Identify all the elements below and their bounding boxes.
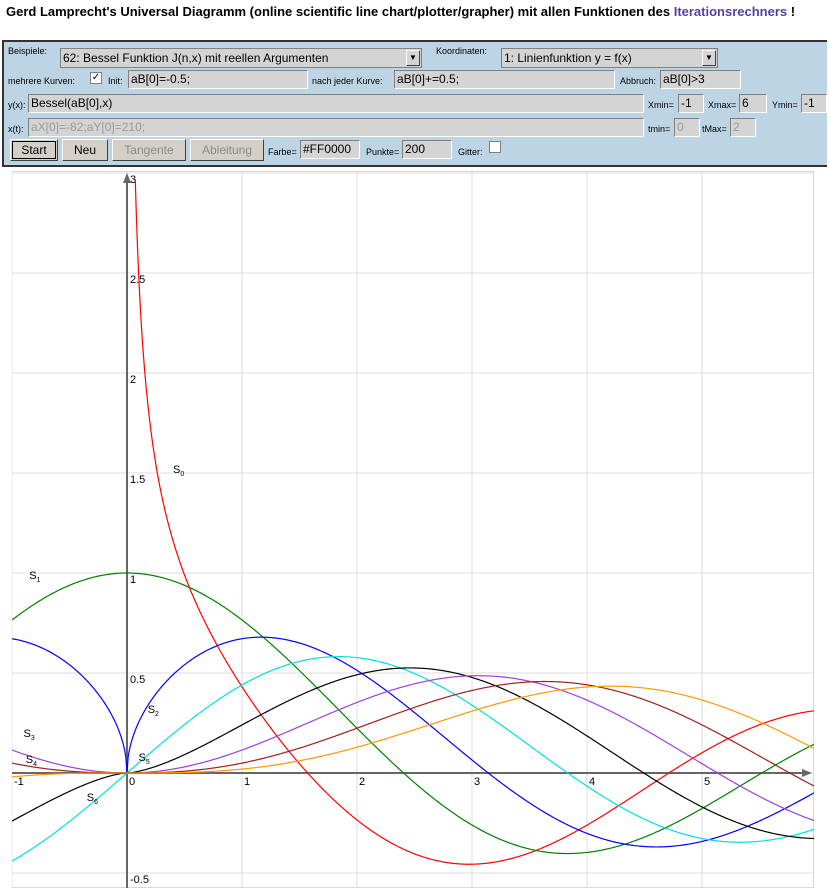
x-tick-label: 1 (244, 776, 250, 788)
tangente-button[interactable]: Tangente (112, 139, 186, 161)
beispiele-label: Beispiele: (8, 46, 48, 56)
control-panel: Beispiele: 62: Bessel Funktion J(n,x) mi… (2, 40, 827, 167)
y-tick-label: 1.5 (130, 474, 145, 486)
gitter-label: Gitter: (458, 147, 483, 157)
neu-button[interactable]: Neu (62, 139, 108, 161)
gitter-checkbox[interactable] (489, 141, 501, 153)
x-tick-label: 2 (359, 776, 365, 788)
start-button[interactable]: Start (10, 139, 58, 161)
farbe-input[interactable]: #FF0000 (300, 140, 360, 159)
beispiele-select[interactable]: 62: Bessel Funktion J(n,x) mit reellen A… (60, 48, 422, 68)
y-tick-label: -0.5 (130, 874, 149, 886)
farbe-label: Farbe= (268, 147, 297, 157)
tmin-label: tmin= (648, 124, 671, 134)
y-tick-label: 2 (130, 374, 136, 386)
chevron-down-icon[interactable]: ▼ (702, 50, 716, 66)
curve-label-subscript: 4 (33, 761, 37, 768)
xt-input[interactable]: aX[0]=-82;aY[0]=210; (28, 118, 644, 137)
ymin-label: Ymin= (772, 100, 798, 110)
koordinaten-value: 1: Linienfunktion y = f(x) (504, 51, 632, 65)
curve-label-subscript: 5 (146, 759, 150, 766)
y-tick-label: 2.5 (130, 274, 145, 286)
punkte-input[interactable]: 200 (402, 140, 452, 159)
tmax-label: tMax= (702, 124, 727, 134)
abbruch-input[interactable]: aB[0]>3 (660, 70, 741, 89)
x-tick-label: 5 (704, 776, 710, 788)
tmin-input[interactable]: 0 (674, 118, 700, 137)
xmin-input[interactable]: -1 (678, 94, 704, 113)
punkte-label: Punkte= (366, 147, 400, 157)
init-label: Init: (108, 76, 123, 86)
mehrere-kurven-label: mehrere Kurven: (8, 76, 76, 86)
koordinaten-label: Koordinaten: (436, 46, 488, 56)
ableitung-button[interactable]: Ableitung (190, 139, 264, 161)
page-title: Gerd Lamprecht's Universal Diagramm (onl… (6, 4, 795, 19)
xmax-label: Xmax= (708, 100, 737, 110)
iterationsrechner-link[interactable]: Iterationsrechners (674, 4, 787, 19)
page-title-text: Gerd Lamprecht's Universal Diagramm (onl… (6, 4, 671, 19)
abbruch-label: Abbruch: (620, 76, 657, 86)
x-tick-label: -1 (14, 776, 24, 788)
x-tick-label: 4 (589, 776, 595, 788)
x-tick-label: 0 (129, 776, 135, 788)
yx-input[interactable]: Bessel(aB[0],x) (28, 94, 644, 113)
xmax-input[interactable]: 6 (739, 94, 767, 113)
yx-label: y(x): (8, 100, 26, 110)
nach-jeder-kurve-label: nach jeder Kurve: (312, 76, 383, 86)
curve-label-subscript: 0 (180, 471, 184, 478)
chevron-down-icon[interactable]: ▼ (406, 50, 420, 66)
page-title-suffix: ! (790, 4, 796, 19)
init-input[interactable]: aB[0]=-0.5; (128, 70, 308, 89)
curve-label-subscript: 3 (31, 735, 35, 742)
koordinaten-select[interactable]: 1: Linienfunktion y = f(x) ▼ (501, 48, 718, 68)
x-tick-label: 3 (474, 776, 480, 788)
tmax-input[interactable]: 2 (730, 118, 756, 137)
xt-label: x(t): (8, 124, 24, 134)
curve-label-subscript: 1 (37, 577, 41, 584)
nach-jeder-kurve-input[interactable]: aB[0]+=0.5; (394, 70, 615, 89)
y-tick-label: 1 (130, 574, 136, 586)
curve-label-subscript: 2 (155, 711, 159, 718)
y-tick-label: 0.5 (130, 674, 145, 686)
beispiele-value: 62: Bessel Funktion J(n,x) mit reellen A… (63, 51, 329, 65)
mehrere-kurven-checkbox[interactable]: ✓ (90, 72, 102, 84)
ymin-input[interactable]: -1 (801, 94, 827, 113)
bessel-plot: -1 0 1 2 3 4 5-0.50.511.522.53 S0S1S2S3S4S5S6 (12, 171, 814, 888)
xmin-label: Xmin= (648, 100, 674, 110)
curve-label-subscript: 6 (94, 799, 98, 806)
